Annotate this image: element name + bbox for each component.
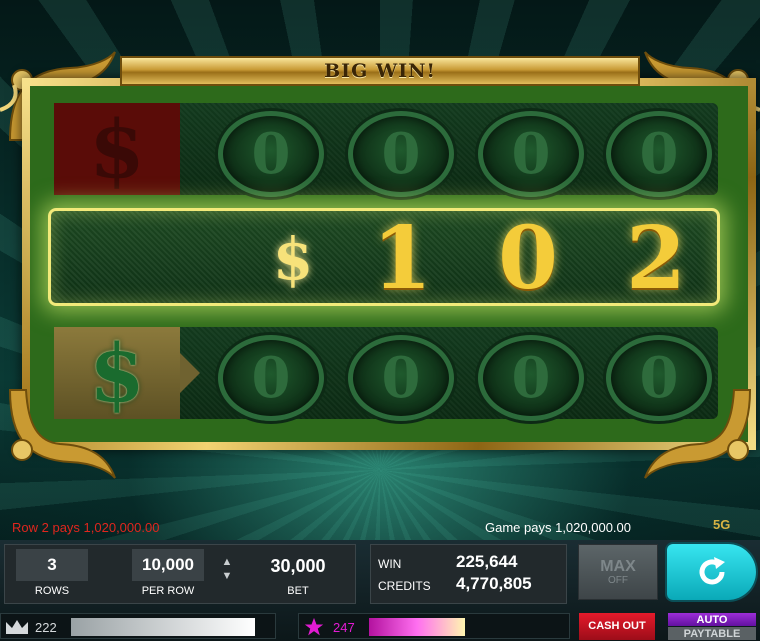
crown-meter: 222: [0, 613, 276, 639]
per-row-selector[interactable]: 10,000: [132, 549, 204, 581]
win-digit: 2: [626, 207, 686, 309]
star-meter-value: 247: [333, 620, 355, 635]
reel-digit: 0: [218, 111, 324, 197]
auto-button[interactable]: AUTO: [668, 613, 756, 626]
crown-meter-fill: [71, 618, 255, 636]
credits-value: 4,770,805: [456, 574, 532, 593]
bet-value: 30,000: [270, 556, 326, 576]
win-dollar-symbol: $: [272, 225, 314, 293]
reel-digit: 0: [606, 335, 712, 421]
credits-label: CREDITS: [378, 579, 431, 593]
win-label: WIN: [378, 557, 402, 571]
max-bet-button[interactable]: MAX OFF: [578, 544, 658, 600]
big-win-title: BIG WIN!: [324, 60, 436, 82]
reel-digit: 0: [606, 111, 712, 197]
reel-digit: 0: [348, 335, 454, 421]
star-meter: 247: [298, 613, 570, 639]
max-bet-state: OFF: [608, 574, 628, 586]
reel-digit: 0: [348, 111, 454, 197]
reel-digit: 0: [478, 335, 584, 421]
star-meter-fill: [369, 618, 465, 636]
win-digit: 1: [372, 207, 432, 309]
rows-selector[interactable]: 3: [16, 549, 88, 581]
rows-label: ROWS: [34, 585, 70, 597]
game-pays-message: Game pays 1,020,000.00: [485, 520, 631, 535]
refresh-icon: [699, 557, 725, 585]
reel-row-1: $ 0 0 0 0: [54, 102, 718, 197]
crown-meter-value: 222: [35, 620, 57, 635]
win-digit: 0: [498, 207, 558, 309]
reel-digit: 0: [478, 111, 584, 197]
bet-stepper[interactable]: ▲ ▼: [219, 555, 235, 583]
bet-down-arrow-icon[interactable]: ▼: [219, 569, 235, 583]
crown-icon: [6, 620, 28, 634]
win-value: 225,644: [456, 552, 518, 571]
dollar-symbol: $: [54, 326, 200, 420]
cash-out-button[interactable]: CASH OUT: [579, 613, 655, 640]
brand-logo: 5G: [713, 517, 731, 532]
bet-label: BET: [287, 585, 309, 597]
row-pays-message: Row 2 pays 1,020,000.00: [12, 520, 160, 535]
reel-row-3: $ 0 0 0 0: [54, 326, 718, 421]
bet-up-arrow-icon[interactable]: ▲: [219, 555, 235, 569]
per-row-label: PER ROW: [141, 585, 195, 597]
paytable-button[interactable]: PAYTABLE: [668, 627, 756, 640]
dollar-symbol: $: [54, 102, 180, 196]
reel-row-2-winning: $ 1 0 2: [48, 207, 720, 309]
max-bet-label: MAX: [600, 557, 636, 575]
big-win-banner: BIG WIN!: [120, 56, 640, 86]
star-icon: [304, 617, 324, 636]
spin-button[interactable]: [667, 544, 756, 600]
reel-digit: 0: [218, 335, 324, 421]
